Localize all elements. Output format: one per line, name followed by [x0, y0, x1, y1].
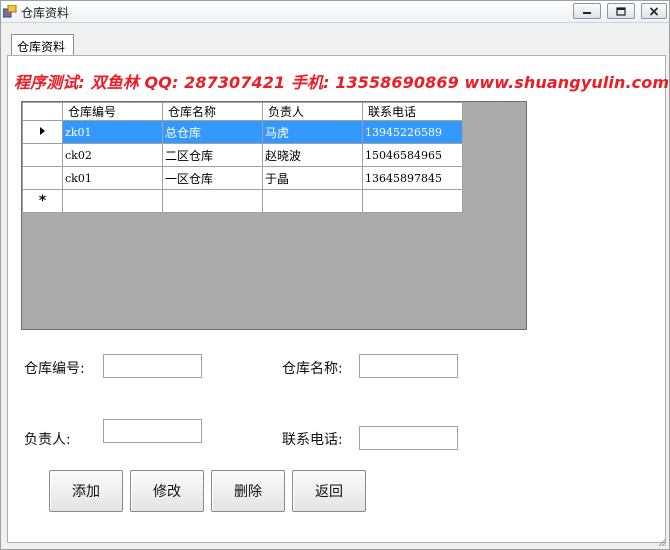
new-row[interactable]: * — [22, 189, 463, 213]
grid-corner-header[interactable] — [22, 102, 63, 121]
cell-code[interactable]: ck01 — [62, 166, 163, 190]
column-header-phone[interactable]: 联系电话 — [362, 102, 463, 121]
grid-header-row: 仓库编号 仓库名称 负责人 联系电话 — [22, 102, 463, 121]
table-row[interactable]: zk01 总仓库 马虎 13945226589 — [22, 120, 463, 144]
cell-phone[interactable]: 13645897845 — [362, 166, 463, 190]
close-icon — [649, 6, 659, 16]
app-icon — [3, 5, 17, 18]
column-header-name[interactable]: 仓库名称 — [162, 102, 263, 121]
close-button[interactable] — [641, 3, 667, 19]
cell-name[interactable]: 一区仓库 — [162, 166, 263, 190]
cell-phone[interactable]: 15046584965 — [362, 143, 463, 167]
grid-table: 仓库编号 仓库名称 负责人 联系电话 zk01 总仓库 马虎 139452265… — [22, 102, 463, 213]
new-row-marker: * — [22, 189, 63, 213]
new-cell-name[interactable] — [162, 189, 263, 213]
cell-manager[interactable]: 马虎 — [262, 120, 363, 144]
table-row[interactable]: ck01 一区仓库 于晶 13645897845 — [22, 166, 463, 190]
main-window: 仓库资料 仓库资料 程序测试: 双鱼林 QQ: 287307421 手机: 13… — [0, 0, 670, 550]
row-header-current[interactable] — [22, 120, 63, 144]
tab-warehouse-info[interactable]: 仓库资料 — [11, 34, 74, 56]
column-header-manager[interactable]: 负责人 — [262, 102, 363, 121]
name-label: 仓库名称: — [282, 361, 343, 377]
window-title: 仓库资料 — [21, 6, 70, 20]
cell-code[interactable]: zk01 — [62, 120, 163, 144]
code-label: 仓库编号: — [24, 361, 85, 377]
title-bar[interactable]: 仓库资料 — [1, 1, 669, 23]
banner-text: 程序测试: 双鱼林 QQ: 287307421 手机: 13558690869 … — [14, 73, 670, 92]
new-cell-phone[interactable] — [362, 189, 463, 213]
back-button[interactable]: 返回 — [292, 470, 366, 512]
new-cell-manager[interactable] — [262, 189, 363, 213]
edit-button[interactable]: 修改 — [130, 470, 204, 512]
manager-input[interactable] — [103, 419, 202, 443]
new-cell-code[interactable] — [62, 189, 163, 213]
column-header-code[interactable]: 仓库编号 — [62, 102, 163, 121]
maximize-icon — [616, 6, 626, 16]
delete-button[interactable]: 删除 — [211, 470, 285, 512]
cell-phone[interactable]: 13945226589 — [362, 120, 463, 144]
phone-label: 联系电话: — [282, 432, 343, 448]
minimize-icon — [583, 12, 591, 14]
cell-code[interactable]: ck02 — [62, 143, 163, 167]
name-input[interactable] — [359, 354, 458, 378]
table-row[interactable]: ck02 二区仓库 赵晓波 15046584965 — [22, 143, 463, 167]
minimize-button[interactable] — [573, 3, 601, 19]
manager-label: 负责人: — [24, 432, 71, 448]
code-input[interactable] — [103, 354, 202, 378]
phone-input[interactable] — [359, 426, 458, 450]
row-header[interactable] — [22, 143, 63, 167]
warehouse-grid[interactable]: 仓库编号 仓库名称 负责人 联系电话 zk01 总仓库 马虎 139452265… — [21, 101, 527, 330]
cell-name[interactable]: 总仓库 — [162, 120, 263, 144]
cell-name[interactable]: 二区仓库 — [162, 143, 263, 167]
maximize-button[interactable] — [607, 3, 635, 19]
row-header[interactable] — [22, 166, 63, 190]
resize-grip-icon[interactable] — [657, 537, 667, 547]
add-button[interactable]: 添加 — [49, 470, 123, 512]
current-row-arrow-icon — [39, 126, 45, 135]
cell-manager[interactable]: 赵晓波 — [262, 143, 363, 167]
cell-manager[interactable]: 于晶 — [262, 166, 363, 190]
